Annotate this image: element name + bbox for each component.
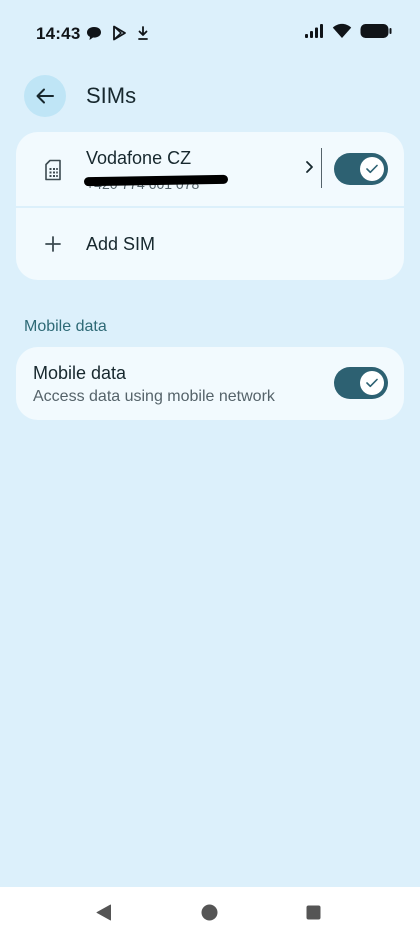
mobile-data-item[interactable]: Mobile data Access data using mobile net… — [16, 347, 404, 420]
mobile-data-toggle[interactable] — [334, 367, 388, 399]
chevron-right-icon[interactable] — [304, 160, 314, 174]
sim-card-icon — [45, 159, 61, 181]
add-sim-button[interactable]: Add SIM — [16, 208, 404, 280]
plus-icon — [42, 233, 64, 255]
battery-icon — [360, 24, 392, 38]
wifi-icon — [332, 23, 352, 38]
sim-enable-toggle[interactable] — [334, 153, 388, 185]
home-circle-icon[interactable] — [201, 904, 218, 921]
chat-bubble-icon — [87, 26, 101, 40]
sims-card: Vodafone CZ +420 774 601 078 Add SIM — [16, 132, 404, 280]
check-icon — [366, 164, 378, 174]
notification-icons — [86, 25, 149, 41]
redaction-mark — [83, 174, 229, 187]
page-title: SIMs — [86, 83, 137, 108]
download-icon — [138, 25, 148, 40]
app-bar: SIMs — [24, 74, 396, 118]
mobile-data-title: Mobile data — [33, 363, 127, 383]
sim-item: Vodafone CZ +420 774 601 078 — [16, 132, 404, 206]
sim-name: Vodafone CZ — [86, 148, 192, 168]
add-sim-label: Add SIM — [86, 233, 156, 254]
navigation-bar — [0, 887, 420, 937]
check-icon — [366, 378, 378, 388]
system-icons — [304, 23, 392, 39]
status-time: 14:43 — [36, 24, 81, 43]
toggle-knob — [360, 157, 384, 181]
vertical-divider — [321, 148, 322, 188]
play-store-icon — [113, 25, 126, 41]
cellular-signal-icon — [305, 24, 323, 38]
section-header-mobile-data: Mobile data — [24, 318, 107, 335]
status-bar: 14:43 — [0, 0, 420, 68]
back-triangle-icon[interactable] — [96, 904, 112, 921]
recents-square-icon[interactable] — [306, 905, 321, 920]
mobile-data-summary: Access data using mobile network — [33, 388, 275, 405]
back-button[interactable] — [24, 75, 66, 117]
toggle-knob — [360, 371, 384, 395]
arrow-back-icon — [36, 88, 54, 104]
